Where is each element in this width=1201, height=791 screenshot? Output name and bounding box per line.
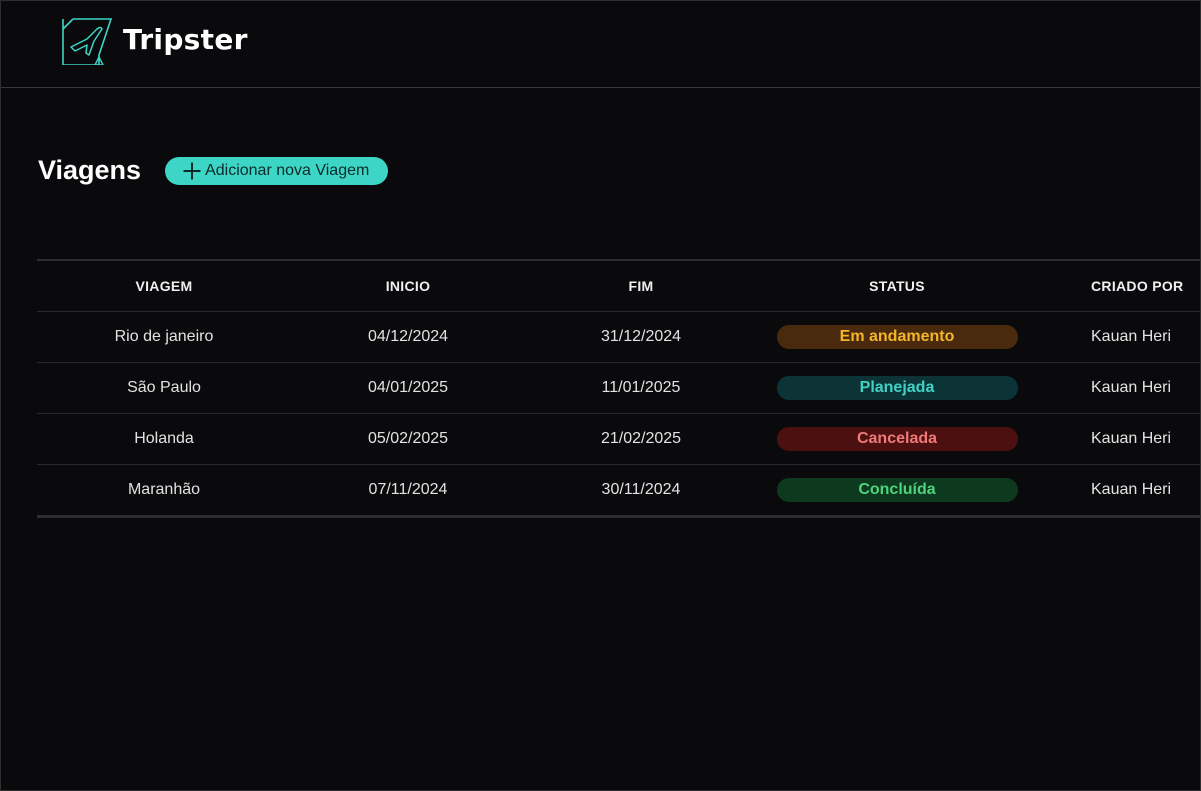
app-window: Tripster Viagens Adicionar nova Viagem V… xyxy=(0,0,1201,791)
brand-logo[interactable]: Tripster xyxy=(61,13,248,65)
cell-inicio: 07/11/2024 xyxy=(291,464,525,518)
cell-viagem: Maranhão xyxy=(37,464,291,518)
column-header-fim[interactable]: FIM xyxy=(525,260,757,312)
status-badge: Cancelada xyxy=(776,427,1018,451)
cell-viagem: Holanda xyxy=(37,413,291,465)
cell-criado-por: Kauan Heri xyxy=(1037,464,1200,518)
page-title: Viagens xyxy=(38,155,142,185)
column-header-criado-por[interactable]: CRIADO POR xyxy=(1037,260,1200,312)
plus-icon xyxy=(183,162,201,179)
top-bar: Tripster xyxy=(1,1,1200,88)
cell-status: Em andamento xyxy=(757,311,1037,363)
status-badge: Concluída xyxy=(776,478,1018,502)
cell-fim: 11/01/2025 xyxy=(525,362,757,414)
cell-inicio: 04/12/2024 xyxy=(291,311,525,363)
page-header: Viagens Adicionar nova Viagem xyxy=(38,155,389,186)
cell-fim: 30/11/2024 xyxy=(525,464,757,518)
cell-criado-por: Kauan Heri xyxy=(1037,311,1200,363)
cell-viagem: Rio de janeiro xyxy=(37,311,291,363)
cell-status: Planejada xyxy=(757,362,1037,414)
table-row[interactable]: São Paulo 04/01/2025 11/01/2025 Planejad… xyxy=(37,362,1200,414)
table-row[interactable]: Maranhão 07/11/2024 30/11/2024 Concluída… xyxy=(37,464,1200,518)
status-badge: Planejada xyxy=(776,376,1018,400)
cell-viagem: São Paulo xyxy=(37,362,291,414)
column-header-status[interactable]: STATUS xyxy=(757,260,1037,312)
trips-table: VIAGEM INICIO FIM STATUS CRIADO POR Rio … xyxy=(37,259,1200,518)
status-badge: Em andamento xyxy=(776,325,1018,349)
add-trip-button-label: Adicionar nova Viagem xyxy=(205,161,370,179)
cell-fim: 31/12/2024 xyxy=(525,311,757,363)
cell-criado-por: Kauan Heri xyxy=(1037,362,1200,414)
table-row[interactable]: Holanda 05/02/2025 21/02/2025 Cancelada … xyxy=(37,413,1200,465)
cell-criado-por: Kauan Heri xyxy=(1037,413,1200,465)
cell-inicio: 04/01/2025 xyxy=(291,362,525,414)
cell-status: Cancelada xyxy=(757,413,1037,465)
cell-fim: 21/02/2025 xyxy=(525,413,757,465)
brand-name: Tripster xyxy=(123,22,248,56)
cell-status: Concluída xyxy=(757,464,1037,518)
add-trip-button[interactable]: Adicionar nova Viagem xyxy=(165,156,389,185)
trips-table-container: VIAGEM INICIO FIM STATUS CRIADO POR Rio … xyxy=(37,259,1200,518)
cell-inicio: 05/02/2025 xyxy=(291,413,525,465)
table-row[interactable]: Rio de janeiro 04/12/2024 31/12/2024 Em … xyxy=(37,311,1200,363)
table-header-row: VIAGEM INICIO FIM STATUS CRIADO POR xyxy=(37,260,1200,312)
column-header-viagem[interactable]: VIAGEM xyxy=(37,260,291,312)
plane-logo-icon xyxy=(62,18,113,65)
column-header-inicio[interactable]: INICIO xyxy=(291,260,525,312)
